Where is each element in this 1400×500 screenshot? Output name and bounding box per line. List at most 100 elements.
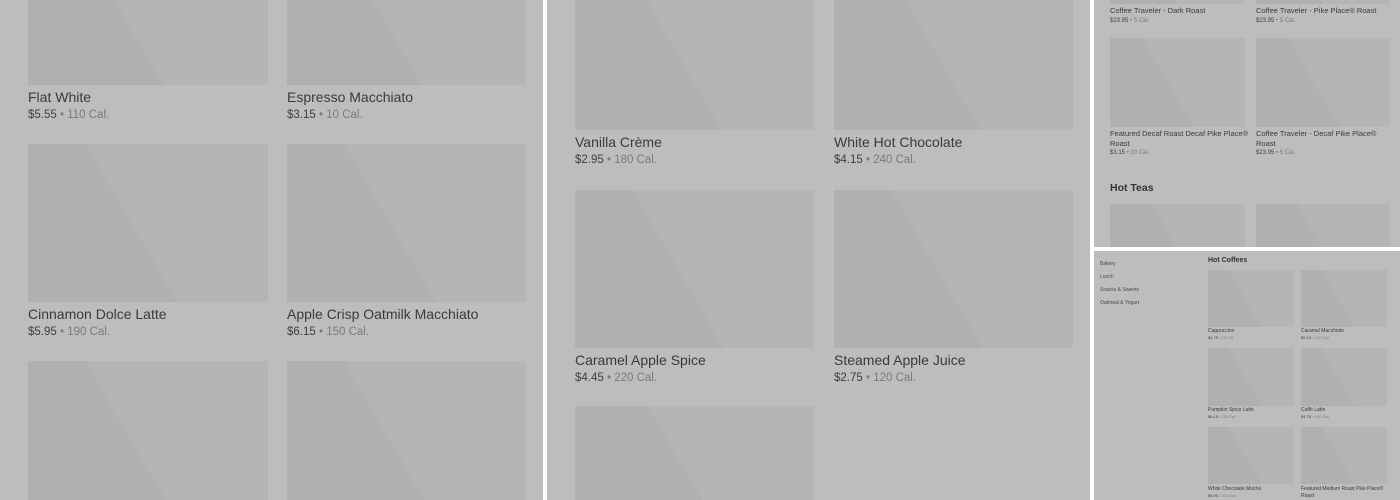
menu-item-calories: 10 Cal.: [1130, 150, 1150, 156]
menu-item-meta: $23.95 • 5 Cal.: [1110, 18, 1150, 24]
menu-item-price: $23.95: [1256, 150, 1275, 156]
section-title-hot-coffees: Hot Coffees: [1208, 257, 1248, 264]
menu-item-image[interactable]: [287, 361, 526, 500]
menu-item-name[interactable]: Vanilla Crème: [575, 134, 662, 150]
menu-item-meta: $2.75 • 120 Cal.: [834, 372, 916, 384]
menu-panel-brewed-coffee: Coffee Traveler - Dark Roast $23.95 • 5 …: [1094, 0, 1400, 247]
menu-item-meta: $4.15 • 240 Cal.: [834, 154, 916, 166]
menu-item-price: $5.95: [1208, 493, 1219, 498]
menu-item-name[interactable]: Steamed Apple Juice: [834, 352, 966, 368]
menu-panel-hot-drinks-right: Vanilla Crème $2.95 • 180 Cal. White Hot…: [547, 0, 1090, 500]
menu-item-price: $4.75: [1208, 335, 1219, 340]
menu-item-image[interactable]: [1301, 427, 1387, 484]
menu-item-calories: 150 Cal.: [326, 326, 370, 338]
separator-dot: •: [59, 109, 65, 121]
menu-item-name[interactable]: Flat White: [28, 89, 91, 105]
sidebar-item-snacks-sweets[interactable]: Snacks & Sweets: [1100, 287, 1139, 293]
menu-item-meta: $5.55 • 110 Cal.: [28, 109, 109, 121]
menu-item-image[interactable]: [575, 190, 814, 348]
menu-item-price: $4.45: [575, 372, 604, 384]
menu-item-calories: 190 Cal.: [67, 326, 111, 338]
menu-item-meta: $4.75 • 100 Cal.: [1301, 414, 1330, 419]
separator-dot: •: [1312, 414, 1314, 419]
menu-item-calories: 10 Cal.: [326, 109, 363, 121]
menu-item-price: $3.15: [287, 109, 316, 121]
menu-item-name[interactable]: Featured Decaf Roast Decaf Pike Place® R…: [1110, 129, 1250, 148]
menu-item-image[interactable]: [28, 361, 268, 500]
menu-item-price: $5.55: [28, 109, 57, 121]
menu-item-name[interactable]: Coffee Traveler - Pike Place® Roast: [1256, 6, 1396, 16]
menu-item-meta: $23.95 • 5 Cal.: [1256, 150, 1296, 156]
separator-dot: •: [1312, 335, 1314, 340]
separator-dot: •: [1276, 18, 1279, 24]
menu-item-image[interactable]: [834, 190, 1073, 348]
menu-item-image[interactable]: [1208, 348, 1294, 406]
menu-item-calories: 5 Cal.: [1133, 18, 1150, 24]
menu-item-name[interactable]: Caramel Macchiato: [1301, 328, 1391, 335]
menu-item-price: $2.95: [575, 154, 604, 166]
menu-item-calories: 120 Cal.: [873, 372, 917, 384]
menu-item-name[interactable]: White Hot Chocolate: [834, 134, 962, 150]
separator-dot: •: [606, 372, 612, 384]
menu-item-calories: 180 Cal.: [614, 154, 658, 166]
menu-item-meta: $2.95 • 180 Cal.: [575, 154, 657, 166]
menu-item-meta: $3.15 • 10 Cal.: [1110, 150, 1149, 156]
menu-item-image[interactable]: [1208, 270, 1294, 327]
menu-panel-hot-drinks-left: Flat White $5.55 • 110 Cal. Espresso Mac…: [0, 0, 543, 500]
menu-item-meta: $6.15 • 110 Cal.: [1208, 414, 1236, 419]
menu-item-image[interactable]: [1256, 38, 1390, 127]
menu-item-name[interactable]: Caffè Latte: [1301, 407, 1391, 414]
separator-dot: •: [318, 326, 324, 338]
menu-item-meta: $23.95 • 5 Cal.: [1256, 18, 1296, 24]
sidebar-item-bakery[interactable]: Bakery: [1100, 261, 1116, 267]
menu-item-image[interactable]: [575, 0, 814, 130]
menu-item-image[interactable]: [834, 0, 1073, 130]
separator-dot: •: [318, 109, 324, 121]
menu-item-image[interactable]: [1110, 204, 1245, 247]
menu-item-meta: $5.15 • 120 Cal.: [1301, 335, 1330, 340]
menu-item-name[interactable]: Coffee Traveler - Decaf Pike Place® Roas…: [1256, 129, 1396, 148]
separator-dot: •: [865, 372, 871, 384]
menu-item-price: $6.15: [287, 326, 316, 338]
menu-item-image[interactable]: [287, 0, 526, 85]
menu-item-calories: 220 Cal.: [614, 372, 658, 384]
menu-item-image[interactable]: [1301, 348, 1387, 406]
menu-item-name[interactable]: Caramel Apple Spice: [575, 352, 706, 368]
menu-item-price: $2.75: [834, 372, 863, 384]
menu-item-image[interactable]: [575, 406, 814, 500]
menu-item-calories: 110 Cal.: [67, 109, 110, 121]
sidebar-item-oatmeal-yogurt[interactable]: Oatmeal & Yogurt: [1100, 300, 1139, 306]
menu-item-image[interactable]: [1256, 0, 1390, 4]
menu-item-meta: $4.75 • 10 Cal.: [1208, 335, 1234, 340]
menu-item-image[interactable]: [1301, 270, 1387, 327]
menu-item-meta: $5.95 • 190 Cal.: [28, 326, 110, 338]
menu-item-image[interactable]: [28, 144, 268, 302]
menu-item-name[interactable]: Featured Medium Roast Pike Place® Roast: [1301, 486, 1391, 499]
menu-item-name[interactable]: Apple Crisp Oatmilk Macchiato: [287, 306, 478, 322]
menu-item-image[interactable]: [28, 0, 268, 85]
menu-item-name[interactable]: Cappuccino: [1208, 328, 1298, 335]
separator-dot: •: [1219, 335, 1221, 340]
menu-item-image[interactable]: [1208, 427, 1294, 484]
menu-item-image[interactable]: [287, 144, 526, 302]
menu-item-meta: $4.45 • 220 Cal.: [575, 372, 657, 384]
separator-dot: •: [1126, 150, 1129, 156]
menu-item-name[interactable]: Cinnamon Dolce Latte: [28, 306, 167, 322]
sidebar-item-lunch[interactable]: Lunch: [1100, 274, 1114, 280]
menu-item-price: $23.95: [1256, 18, 1275, 24]
menu-panel-hot-coffees: Bakery Lunch Snacks & Sweets Oatmeal & Y…: [1094, 251, 1400, 500]
menu-item-price: $3.15: [1110, 150, 1126, 156]
menu-item-name[interactable]: White Chocolate Mocha: [1208, 486, 1298, 493]
menu-item-image[interactable]: [1256, 204, 1390, 247]
menu-item-name[interactable]: Pumpkin Spice Latte: [1208, 407, 1298, 414]
menu-item-name[interactable]: Coffee Traveler - Dark Roast: [1110, 6, 1250, 16]
menu-item-name[interactable]: Espresso Macchiato: [287, 89, 413, 105]
separator-dot: •: [1219, 414, 1221, 419]
menu-item-image[interactable]: [1110, 0, 1245, 4]
separator-dot: •: [1276, 150, 1279, 156]
section-title-hot-teas: Hot Teas: [1110, 182, 1154, 194]
separator-dot: •: [1130, 18, 1133, 24]
menu-item-image[interactable]: [1110, 38, 1245, 127]
menu-item-calories: 240 Cal.: [873, 154, 917, 166]
menu-item-calories: 210 Cal.: [1221, 493, 1237, 498]
